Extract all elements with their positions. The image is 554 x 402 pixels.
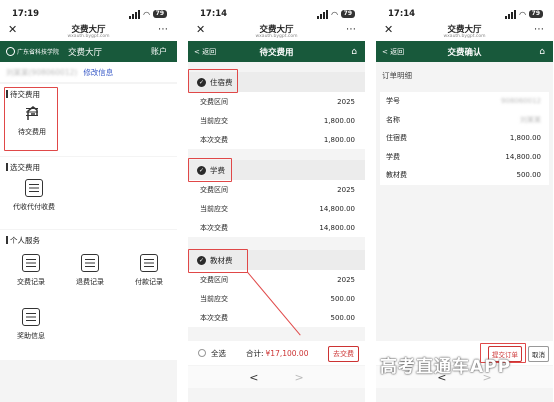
battery-icon: 79	[340, 10, 355, 18]
account-link[interactable]: 账户	[151, 46, 167, 57]
highlight-box	[188, 158, 232, 182]
user-id-row: 刘某某(908060012) 修改信息	[0, 62, 177, 82]
wifi-icon: ◠	[331, 9, 338, 19]
order-row: 名称 刘某某	[386, 115, 541, 124]
fee-row: 交费区间 2025	[200, 185, 355, 194]
pay-button[interactable]: 去交费	[328, 346, 359, 362]
school-logo: 广东省科技学院	[6, 47, 59, 56]
section-personal-services: 个人服务 交费记录 退费记录 付款记录 奖助信息	[0, 230, 177, 360]
wifi-icon: ◠	[519, 9, 526, 19]
more-icon[interactable]: ⋯	[534, 24, 544, 36]
header-title: 待交费用	[259, 47, 294, 58]
nav-forward-icon[interactable]: >	[295, 371, 304, 384]
select-all-radio[interactable]	[198, 349, 206, 357]
signal-icon	[129, 9, 141, 19]
highlight-box	[188, 249, 248, 273]
status-bar: 17:19 ◠ 79	[0, 0, 177, 28]
header-title: 交费大厅	[68, 47, 103, 58]
order-detail-label: 订单明细	[382, 70, 412, 80]
section-optional-fees: 选交费用 代收代付收费	[0, 157, 177, 229]
wechat-titlebar: ✕ 交费大厅 wxauth.bygpt.com ⋯	[376, 24, 553, 41]
highlight-box	[188, 69, 238, 93]
clock: 17:14	[388, 9, 416, 19]
app-header: < 返回 交费确认 ⌂	[376, 41, 553, 62]
order-detail-box: 学号 908060012 名称 刘某某 住宿费 1,800.00 学费 14,800.0…	[380, 92, 549, 185]
total-label: 合计:	[246, 348, 264, 358]
highlight-box	[4, 87, 58, 151]
browser-nav: < >	[188, 366, 365, 388]
wechat-url: wxauth.bygpt.com	[67, 34, 110, 39]
select-all-label[interactable]: 全选	[211, 348, 226, 359]
order-row: 学费 14,800.00	[386, 152, 541, 161]
tile-agency-fees[interactable]: 代收代付收费	[9, 179, 59, 212]
signal-icon	[317, 9, 329, 19]
status-bar: 17:14 ◠ 79	[188, 0, 365, 28]
order-row: 住宿费 1,800.00	[386, 134, 541, 143]
watermark-text: 高考直通车APP	[380, 357, 512, 377]
wechat-url: wxauth.bygpt.com	[255, 34, 298, 39]
fee-row: 本次交费 14,800.00	[200, 223, 355, 232]
wifi-icon: ◠	[143, 9, 150, 19]
modify-info-link[interactable]: 修改信息	[83, 67, 113, 78]
more-icon[interactable]: ⋯	[158, 24, 168, 36]
tile-pay-records[interactable]: 付款记录	[127, 254, 171, 287]
document-icon	[140, 254, 158, 272]
fee-row: 本次交费 500.00	[200, 313, 355, 322]
header-title: 交费确认	[447, 47, 482, 58]
app-header: 广东省科技学院 交费大厅 账户	[0, 41, 177, 62]
phone-screen-fee-hall: 17:19 ◠ 79 ✕ 交费大厅 wxauth.bygpt.com ⋯ 广东省…	[0, 0, 177, 402]
battery-icon: 79	[152, 10, 167, 18]
battery-icon: 79	[528, 10, 543, 18]
phone-screen-pending-fees: 17:14 ◠ 79 ✕ 交费大厅 wxauth.bygpt.com ⋯ < 返…	[188, 0, 365, 402]
section-pending-fees: 待交费用 待交费用	[0, 84, 177, 156]
phone-screen-confirm-payment: 17:14 ◠ 79 ✕ 交费大厅 wxauth.bygpt.com ⋯ < 返…	[376, 0, 553, 402]
total-value: ¥17,100.00	[265, 348, 309, 358]
section-title: 选交费用	[0, 157, 177, 172]
signal-icon	[505, 9, 517, 19]
emblem-icon	[6, 47, 15, 56]
wechat-titlebar: ✕ 交费大厅 wxauth.bygpt.com ⋯	[188, 24, 365, 41]
section-title: 个人服务	[0, 230, 177, 245]
home-icon[interactable]: ⌂	[351, 47, 357, 57]
cancel-button[interactable]: 取消	[528, 346, 549, 362]
fee-row: 本次交费 1,800.00	[200, 135, 355, 144]
receipt-icon	[25, 179, 43, 197]
tile-payment-records[interactable]: 交费记录	[9, 254, 53, 287]
return-icon	[81, 254, 99, 272]
list-icon	[22, 308, 40, 326]
tile-scholarship-info[interactable]: 奖助信息	[9, 308, 53, 341]
fee-row: 当前应交 1,800.00	[200, 116, 355, 125]
more-icon[interactable]: ⋯	[346, 24, 356, 36]
order-row: 教材费 500.00	[386, 171, 541, 180]
wechat-url: wxauth.bygpt.com	[443, 34, 486, 39]
order-row: 学号 908060012	[386, 97, 541, 106]
fee-row: 当前应交 14,800.00	[200, 204, 355, 213]
wechat-titlebar: ✕ 交费大厅 wxauth.bygpt.com ⋯	[0, 24, 177, 41]
home-icon[interactable]: ⌂	[539, 47, 545, 57]
student-id-blurred: 刘某某(908060012)	[6, 67, 78, 77]
tile-refund-records[interactable]: 退费记录	[68, 254, 112, 287]
status-bar: 17:14 ◠ 79	[376, 0, 553, 28]
app-header: < 返回 待交费用 ⌂	[188, 41, 365, 62]
fee-row: 交费区间 2025	[200, 97, 355, 106]
nav-back-icon[interactable]: <	[249, 371, 258, 384]
wallet-icon	[22, 254, 40, 272]
clock: 17:19	[12, 9, 40, 19]
checkout-bar: 全选 合计: ¥17,100.00 去交费	[188, 341, 365, 365]
clock: 17:14	[200, 9, 228, 19]
